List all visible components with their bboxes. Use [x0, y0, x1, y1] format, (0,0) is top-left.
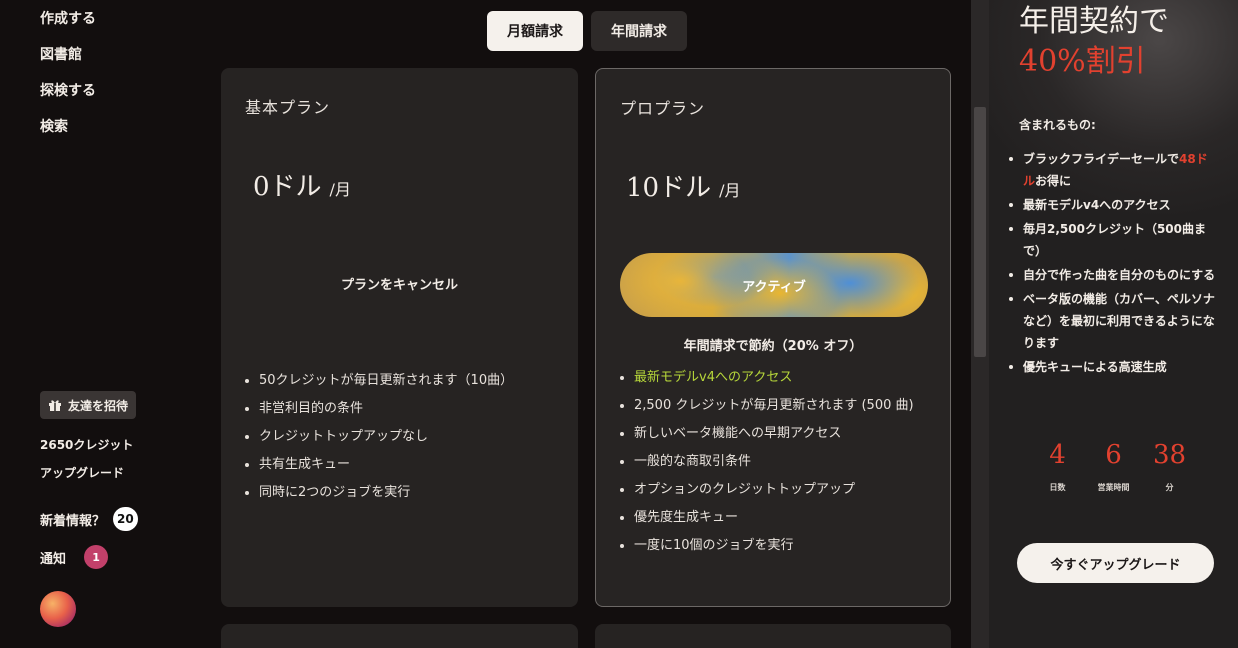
included-label: 含まれるもの: — [1019, 118, 1096, 132]
benefit-item: 自分で作った曲を自分のものにする — [1009, 264, 1219, 286]
feature-item: 2,500 クレジットが毎月更新されます (500 曲) — [620, 392, 914, 420]
feature-item-highlight: 最新モデルv4へのアクセス — [620, 364, 914, 392]
basic-plan-card: 基本プラン 0ドル /月 プランをキャンセル 50クレジットが毎日更新されます（… — [221, 68, 578, 607]
nav-search[interactable]: 検索 — [40, 116, 68, 136]
price-amount: 10ドル — [626, 173, 712, 203]
yearly-billing-tab[interactable]: 年間請求 — [591, 11, 687, 51]
countdown-days: 4 日数 — [1049, 440, 1066, 492]
pro-feature-list: 最新モデルv4へのアクセス 2,500 クレジットが毎月更新されます (500 … — [620, 364, 914, 560]
plan-price: 0ドル /月 — [253, 166, 351, 203]
countdown-minutes: 38 分 — [1152, 440, 1187, 492]
feature-item: 50クレジットが毎日更新されます（10曲） — [245, 367, 513, 395]
nav-explore[interactable]: 探検する — [40, 80, 96, 100]
pro-plan-card: プロプラン 10ドル /月 アクティブ 年間請求で節約（20% オフ） 最新モデ… — [595, 68, 951, 607]
price-amount: 0ドル — [253, 172, 322, 202]
feature-item: 一般的な商取引条件 — [620, 448, 914, 476]
cancel-plan-button[interactable]: プランをキャンセル — [221, 274, 578, 293]
invite-friends-button[interactable]: 友達を招待 — [40, 391, 137, 419]
promo-panel: 年間契約で 40%割引 含まれるもの: ブラックフライデーセールで48ドルお得に… — [989, 0, 1238, 648]
benefit-item: ブラックフライデーセールで48ドルお得に — [1009, 148, 1219, 192]
feature-item: 非営利目的の条件 — [245, 395, 513, 423]
invite-label: 友達を招待 — [68, 398, 129, 413]
billing-toggle: 月額請求 年間請求 — [487, 11, 687, 51]
upgrade-now-button[interactable]: 今すぐアップグレード — [1017, 543, 1214, 583]
countdown-timer: 4 日数 6 営業時間 38 分 — [989, 438, 1238, 493]
notifications-label: 通知 — [40, 551, 67, 567]
whats-new-badge: 20 — [113, 507, 138, 531]
next-plan-card — [221, 624, 578, 648]
upgrade-link[interactable]: アップグレード — [40, 464, 124, 481]
monthly-billing-tab[interactable]: 月額請求 — [487, 11, 583, 51]
next-plan-card — [595, 624, 951, 648]
feature-item: 優先度生成キュー — [620, 504, 914, 532]
benefit-item: 毎月2,500クレジット（500曲まで） — [1009, 218, 1219, 262]
active-plan-button[interactable]: アクティブ — [620, 253, 928, 317]
benefit-item: 優先キューによる高速生成 — [1009, 356, 1219, 378]
benefit-item: 最新モデルv4へのアクセス — [1009, 194, 1219, 216]
feature-item: クレジットトップアップなし — [245, 423, 513, 451]
credits-count: 2650クレジット — [40, 438, 134, 452]
countdown-hours: 6 営業時間 — [1097, 440, 1130, 492]
promo-title: 年間契約で — [1019, 4, 1169, 39]
whats-new[interactable]: 新着情報？ 20 — [40, 507, 138, 531]
price-unit: /月 — [719, 181, 741, 200]
sidebar: 作成する 図書館 探検する 検索 友達を招待 2650クレジット アップグレード… — [0, 0, 200, 648]
active-label: アクティブ — [742, 279, 806, 295]
feature-item: 共有生成キュー — [245, 451, 513, 479]
scrollbar-thumb[interactable] — [974, 107, 986, 357]
plan-name: プロプラン — [620, 99, 706, 118]
plan-name: 基本プラン — [245, 98, 331, 117]
feature-item: オプションのクレジットトップアップ — [620, 476, 914, 504]
notifications-badge: 1 — [84, 545, 109, 569]
feature-item: 一度に10個のジョブを実行 — [620, 532, 914, 560]
notifications[interactable]: 通知 1 — [40, 545, 109, 569]
avatar[interactable] — [40, 591, 76, 627]
promo-discount: 40%割引 — [1019, 44, 1146, 79]
whats-new-label: 新着情報？ — [40, 513, 106, 529]
yearly-savings-note: 年間請求で節約（20% オフ） — [683, 339, 863, 354]
gift-icon — [48, 398, 62, 412]
benefit-item: ベータ版の機能（カバー、ペルソナなど）を最初に利用できるようになります — [1009, 288, 1219, 354]
nav-create[interactable]: 作成する — [40, 8, 96, 28]
price-unit: /月 — [329, 180, 351, 199]
basic-feature-list: 50クレジットが毎日更新されます（10曲） 非営利目的の条件 クレジットトップア… — [245, 367, 513, 507]
nav-library[interactable]: 図書館 — [40, 44, 82, 64]
promo-benefit-list: ブラックフライデーセールで48ドルお得に 最新モデルv4へのアクセス 毎月2,5… — [1009, 148, 1219, 380]
feature-item: 同時に2つのジョブを実行 — [245, 479, 513, 507]
feature-item: 新しいベータ機能への早期アクセス — [620, 420, 914, 448]
plan-price: 10ドル /月 — [626, 167, 741, 204]
